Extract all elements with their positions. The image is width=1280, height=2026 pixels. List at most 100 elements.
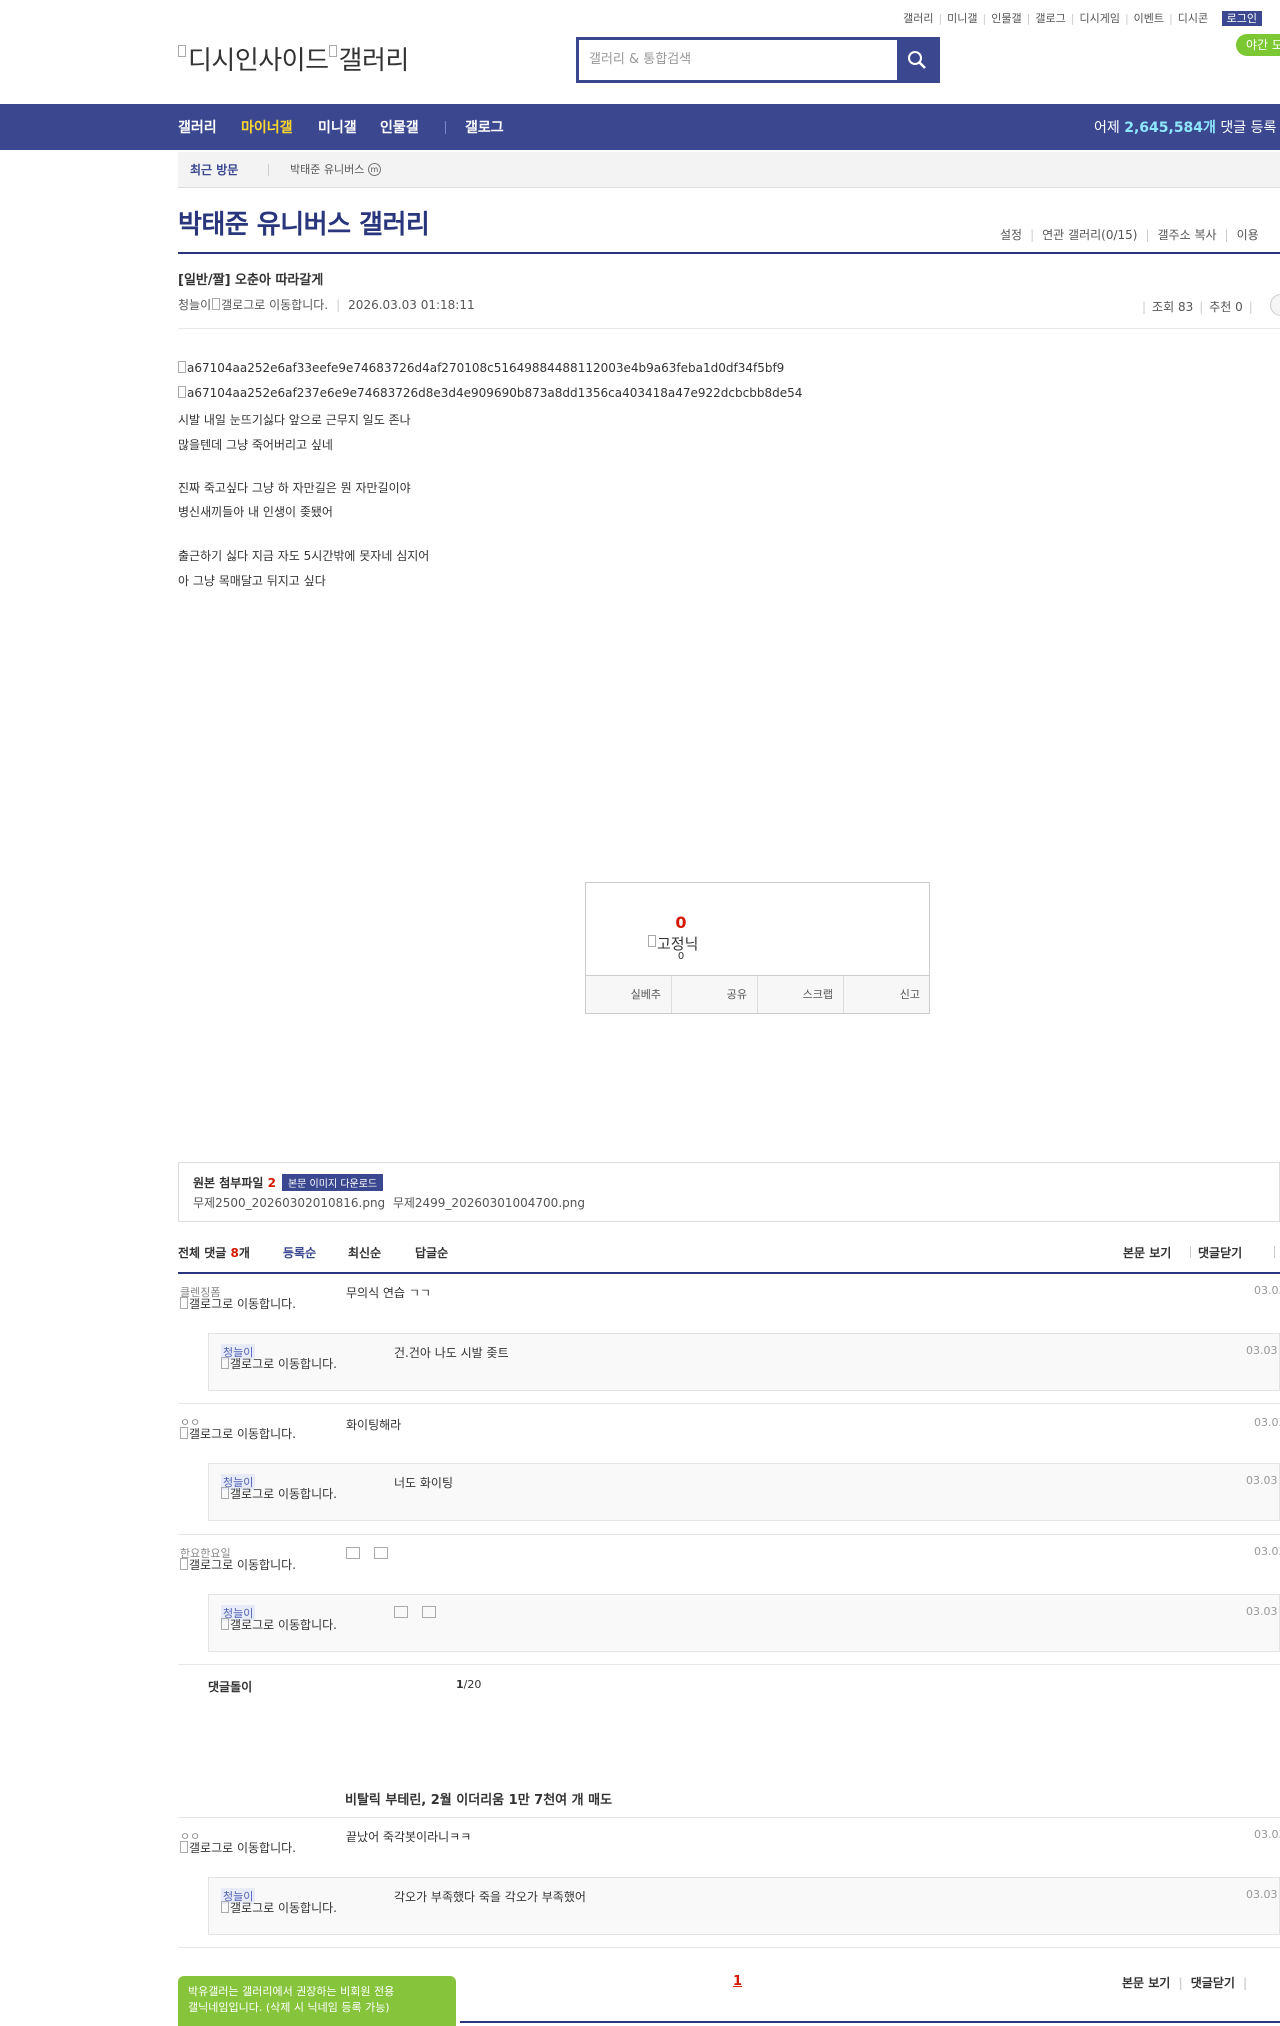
post-text-line: 출근하기 싫다 지금 자도 5시간밖에 못자네 심지어	[178, 549, 430, 563]
close-comments-button[interactable]: 댓글닫기	[1198, 1244, 1242, 1261]
fixed-nick-count: 0	[677, 951, 685, 962]
reply-gallog-link[interactable]: 갤로그로 이동합니다.	[221, 1618, 345, 1632]
reply-text: 너도 화이팅	[394, 1476, 454, 1490]
recent-visit-item[interactable]: 박태준 유니버스 m	[290, 152, 381, 188]
reply-dccon	[394, 1606, 450, 1620]
comment-item: 클렌징폼 갤로그로 이동합니다. 무의식 연습 ㄱㄱ 03.03 청늘이 갤로그…	[178, 1274, 1280, 1404]
post-text-line: 병신새끼들아 내 인생이 좆됐어	[178, 505, 333, 519]
comment-text: 끝났어 죽각봇이라니ㅋㅋ	[346, 1830, 472, 1844]
nav-gallog[interactable]: 갤로그	[465, 104, 504, 152]
view-body-button[interactable]: 본문 보기	[1123, 1244, 1171, 1261]
gallog-icon	[180, 1841, 188, 1853]
top-link-gallery[interactable]: 갤러리	[903, 12, 933, 25]
search-button[interactable]	[897, 40, 937, 80]
gallog-icon	[221, 1901, 229, 1913]
logo-text-left: 디시인사이드	[188, 46, 329, 76]
post-date: 2026.03.03 01:18:11	[348, 298, 475, 312]
image-download-button[interactable]: 본문 이미지 다운로드	[281, 1174, 384, 1191]
best-recommend-button[interactable]: 실베추	[586, 976, 672, 1013]
reply-item: 청늘이 갤로그로 이동합니다. 각오가 부족했다 죽을 각오가 부족했어 03.…	[208, 1877, 1280, 1935]
login-button[interactable]: 로그인	[1221, 11, 1262, 26]
search-input[interactable]: 갤러리 & 통합검색	[579, 40, 897, 80]
news-headline[interactable]: 비탈릭 부테린, 2월 이더리움 1만 7천여 개 매도	[345, 1789, 612, 1808]
nickname-toast: 박유갤러는 갤러리에서 권장하는 비회원 전용 갤닉네임입니다. (삭제 시 닉…	[178, 1976, 456, 2026]
title-underline	[178, 252, 1280, 254]
attachment-file[interactable]: 무제2499_20260301004700.png	[393, 1196, 585, 1210]
top-link-game[interactable]: 디시게임	[1079, 12, 1119, 25]
comment-bar: 전체 댓글 8개 등록순 최신순 답글순 본문 보기 댓글닫기	[178, 1244, 1280, 1272]
related-gallery-link[interactable]: 연관 갤러리(0/15)	[1042, 228, 1137, 242]
nav-minor-gallery[interactable]: 마이너갤	[241, 104, 293, 152]
top-link-gallog[interactable]: 갤로그	[1035, 12, 1065, 25]
scrap-button[interactable]: 스크랩	[758, 976, 844, 1013]
top-link-event[interactable]: 이벤트	[1134, 12, 1164, 25]
comment-gallog-link[interactable]: 갤로그로 이동합니다.	[180, 1841, 304, 1855]
dccon-icon	[346, 1547, 360, 1559]
reply-item: 청늘이 갤로그로 이동합니다. 03.03 0	[208, 1594, 1280, 1652]
close-comments-button[interactable]: 댓글닫기	[1191, 1976, 1235, 1990]
share-button[interactable]: 공유	[672, 976, 758, 1013]
night-mode-toggle[interactable]: 야간 모	[1236, 34, 1280, 56]
broken-image-icon	[328, 45, 337, 57]
gallery-title[interactable]: 박태준 유니버스 갤러리	[178, 204, 430, 241]
reply-gallog-link[interactable]: 갤로그로 이동합니다.	[221, 1487, 345, 1501]
recommend-up-count: 0	[675, 913, 687, 932]
reply-date: 03.03 0	[1246, 1344, 1280, 1357]
recommend-box: 0 고정닉 0 실베추 공유 스크랩 신고	[585, 882, 930, 1014]
divider	[178, 1947, 1280, 1948]
reply-date: 03.03 0	[1246, 1474, 1280, 1487]
writer-nick[interactable]: 청늘이	[178, 298, 211, 312]
comment-gallog-link[interactable]: 갤로그로 이동합니다.	[180, 1427, 304, 1441]
sort-latest[interactable]: 최신순	[348, 1244, 381, 1261]
copy-address-link[interactable]: 갤주소 복사	[1158, 228, 1217, 242]
site-logo[interactable]: 디시인사이드 갤러리	[178, 40, 409, 77]
dccon-icon	[422, 1606, 436, 1618]
comment-gallog-link[interactable]: 갤로그로 이동합니다.	[180, 1297, 304, 1311]
comment-item: 한요한요일 갤로그로 이동합니다. 03.03 청늘이 갤로그로 이동합니다. …	[178, 1535, 1280, 1665]
top-link-mini[interactable]: 미니갤	[947, 12, 977, 25]
comment-text: 무의식 연습 ㄱㄱ	[346, 1286, 431, 1300]
toast-line: 갤닉네임입니다. (삭제 시 닉네임 등록 가능)	[188, 2001, 390, 2014]
nav-gallery[interactable]: 갤러리	[178, 104, 217, 152]
attachment-file[interactable]: 무제2500_20260302010816.png	[193, 1196, 385, 1210]
toast-line: 박유갤러는 갤러리에서 권장하는 비회원 전용	[188, 1985, 395, 1998]
sort-replies[interactable]: 답글순	[415, 1244, 448, 1261]
logo-text-right: 갤러리	[338, 46, 410, 76]
nav-mini-gallery[interactable]: 미니갤	[318, 104, 357, 152]
more-options-icon[interactable]	[1270, 294, 1280, 316]
search-icon	[908, 51, 926, 69]
post-writer-info: 청늘이 갤로그로 이동합니다. | 2026.03.03 01:18:11	[178, 298, 475, 312]
top-link-person[interactable]: 인물갤	[991, 12, 1021, 25]
top-links: 갤러리 | 미니갤 | 인물갤 | 갤로그 | 디시게임 | 이벤트 | 디시콘 로그인	[903, 10, 1262, 26]
reply-text: 각오가 부족했다 죽을 각오가 부족했어	[394, 1890, 586, 1904]
writer-gallog-link[interactable]: 갤로그로 이동합니다.	[221, 298, 328, 312]
comment-date: 03.03	[1254, 1545, 1280, 1558]
view-body-button[interactable]: 본문 보기	[1122, 1976, 1170, 1990]
reply-gallog-link[interactable]: 갤로그로 이동합니다.	[221, 1357, 345, 1371]
view-count: 조회 83	[1152, 300, 1194, 314]
comment-date: 03.03	[1254, 1828, 1280, 1841]
settings-link[interactable]: 설정	[1000, 228, 1022, 242]
reply-gallog-link[interactable]: 갤로그로 이동합니다.	[221, 1901, 345, 1915]
broken-image-icon	[178, 386, 186, 398]
comment-bot-label: 댓글돌이	[208, 1680, 253, 1694]
comment-bot-pager[interactable]: 1/20	[456, 1678, 481, 1691]
post-title: [일반/짤] 오춘아 따라갈게	[178, 273, 324, 288]
comment-item: ㅇㅇ 갤로그로 이동합니다. 끝났어 죽각봇이라니ㅋㅋ 03.03 청늘이 갤로…	[178, 1818, 1280, 1948]
broken-image-icon	[178, 361, 186, 373]
nav-person-gallery[interactable]: 인물갤	[380, 104, 419, 152]
comment-dccon	[346, 1547, 402, 1561]
yesterday-comment-count: 어제 2,645,584개 댓글 등록	[1094, 120, 1277, 136]
comment-page-1[interactable]: 1	[733, 1974, 742, 1989]
post-text-line: 많을텐데 그냥 죽어버리고 싶네	[178, 438, 333, 452]
main-nav: 갤러리 마이너갤 미니갤 인물갤 갤로그 어제 2,645,584개 댓글 등록	[0, 104, 1280, 150]
comment-gallog-link[interactable]: 갤로그로 이동합니다.	[180, 1558, 304, 1572]
usage-link[interactable]: 이용	[1237, 228, 1259, 242]
reply-date: 03.03 0	[1246, 1888, 1280, 1901]
report-button[interactable]: 신고	[844, 976, 930, 1013]
top-link-dccon[interactable]: 디시콘	[1178, 12, 1208, 25]
broken-image-icon	[648, 935, 656, 947]
search-box: 갤러리 & 통합검색	[576, 37, 940, 83]
attachment-files: 무제2500_20260302010816.png 무제2499_2026030…	[193, 1194, 585, 1211]
sort-registered[interactable]: 등록순	[283, 1244, 316, 1261]
